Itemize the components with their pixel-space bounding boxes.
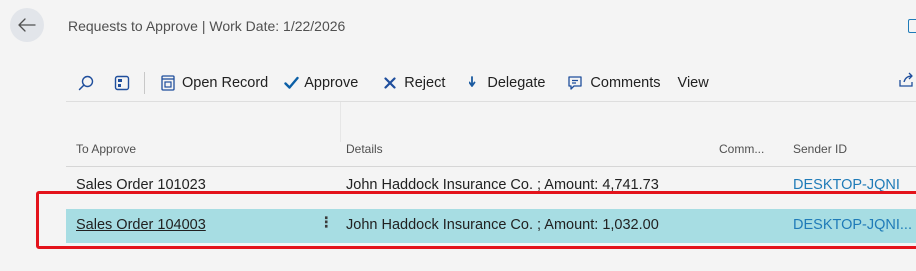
column-header-sender-id[interactable]: Sender ID (793, 142, 847, 156)
toolbar-separator (144, 72, 145, 94)
column-header-comments[interactable]: Comm... (719, 142, 764, 156)
filter-pane-button[interactable] (114, 68, 130, 98)
checkmark-icon (284, 76, 299, 89)
delegate-button[interactable]: Delegate (469, 68, 545, 98)
sender-id-cell[interactable]: DESKTOP-JQNI (793, 177, 900, 192)
approve-button[interactable]: Approve (284, 68, 358, 98)
reject-label: Reject (404, 75, 446, 91)
back-button[interactable] (10, 8, 44, 42)
search-icon (78, 75, 94, 91)
delegate-label: Delegate (487, 75, 546, 91)
page-title: Requests to Approve | Work Date: 1/22/20… (68, 18, 346, 34)
share-button[interactable] (898, 72, 916, 93)
search-button[interactable] (78, 68, 94, 98)
comments-label: Comments (590, 75, 661, 91)
open-record-icon (161, 75, 175, 91)
table-row[interactable]: Sales Order 101023 John Haddock Insuranc… (66, 170, 916, 192)
to-approve-cell[interactable]: Sales Order 101023 (76, 177, 206, 192)
open-record-button[interactable]: Open Record (161, 68, 268, 98)
column-header-details[interactable]: Details (346, 142, 383, 156)
reject-button[interactable]: Reject (384, 68, 445, 98)
view-label: View (677, 75, 709, 91)
action-toolbar: Open Record Approve Reject Delegate Comm… (68, 68, 709, 98)
column-header-to-approve[interactable]: To Approve (76, 142, 136, 156)
open-record-label: Open Record (182, 75, 269, 91)
x-icon (384, 77, 396, 89)
details-cell: John Haddock Insurance Co. ; Amount: 4,7… (346, 177, 659, 192)
comments-cell: _ (719, 177, 728, 192)
comments-button[interactable]: Comments (567, 68, 661, 98)
column-divider (340, 102, 341, 142)
toolbar-divider (66, 101, 916, 102)
filter-pane-icon (114, 75, 130, 91)
document-icon[interactable] (908, 19, 916, 33)
back-arrow-icon (18, 18, 36, 32)
delegate-arrow-icon (469, 76, 476, 87)
highlight-box (36, 191, 916, 249)
table-header: To Approve Details Comm... Sender ID (66, 139, 916, 167)
comment-icon (568, 76, 583, 90)
share-icon (899, 72, 913, 87)
view-menu[interactable]: View (678, 68, 709, 98)
approve-label: Approve (304, 75, 359, 91)
